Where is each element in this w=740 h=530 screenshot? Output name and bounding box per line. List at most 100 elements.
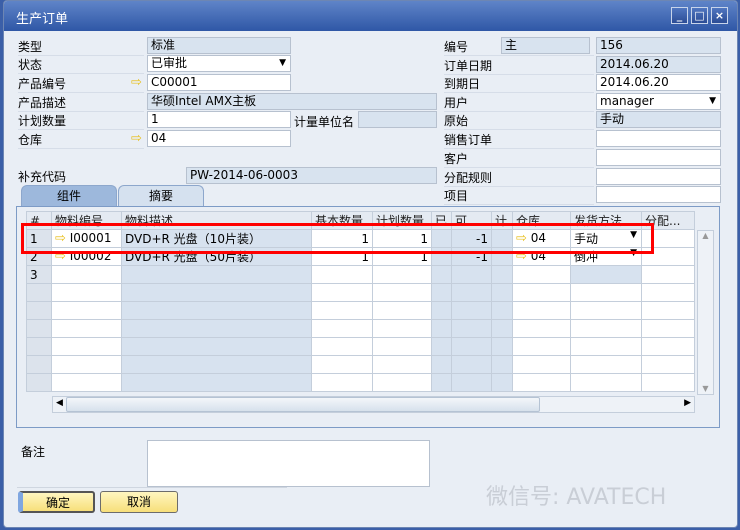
tab-summary[interactable]: 摘要 xyxy=(118,185,204,207)
status-select[interactable]: 已审批 xyxy=(147,55,291,72)
sales-order-field[interactable] xyxy=(596,130,721,147)
scroll-down-icon[interactable]: ▼ xyxy=(698,384,713,393)
cell xyxy=(451,355,492,374)
warehouse-field[interactable]: 04 xyxy=(147,130,291,147)
ok-button[interactable]: 确定 xyxy=(18,491,95,513)
cell xyxy=(51,301,122,320)
empty-row xyxy=(26,283,695,302)
order-date-label: 订单日期 xyxy=(444,57,594,75)
cell xyxy=(491,283,513,302)
cell xyxy=(431,355,452,374)
tab-components[interactable]: 组件 xyxy=(21,185,117,207)
row-number[interactable]: 3 xyxy=(26,265,52,284)
cell xyxy=(512,373,571,392)
cell xyxy=(121,373,312,392)
cell[interactable] xyxy=(570,265,642,284)
cell xyxy=(641,283,695,302)
remarks-label: 备注 xyxy=(21,445,46,459)
cell[interactable] xyxy=(372,265,432,284)
highlight-box xyxy=(21,223,654,254)
product-no-label: 产品编号 xyxy=(18,75,144,93)
remarks-textarea[interactable] xyxy=(147,440,430,487)
cell xyxy=(311,337,373,356)
cell xyxy=(451,283,492,302)
cell xyxy=(431,337,452,356)
cell xyxy=(570,301,642,320)
item-no-cell[interactable] xyxy=(51,265,122,284)
project-field[interactable] xyxy=(596,186,721,203)
project-label: 项目 xyxy=(444,187,594,205)
close-button[interactable]: × xyxy=(711,7,728,24)
cell xyxy=(121,319,312,338)
series-field[interactable]: 主 xyxy=(501,37,590,54)
cell xyxy=(51,337,122,356)
cell xyxy=(372,337,432,356)
dist-rule-field[interactable] xyxy=(596,168,721,185)
cell xyxy=(26,301,52,320)
minimize-button[interactable]: _ xyxy=(671,7,688,24)
vertical-scrollbar[interactable]: ▲ ▼ xyxy=(697,230,714,395)
empty-row xyxy=(26,301,695,320)
scroll-right-icon[interactable]: ▶ xyxy=(684,398,691,408)
cell xyxy=(491,319,513,338)
product-desc-field: 华硕Intel AMX主板 xyxy=(147,93,437,110)
cell xyxy=(491,337,513,356)
cell xyxy=(641,301,695,320)
cell[interactable] xyxy=(311,265,373,284)
cancel-button[interactable]: 取消 xyxy=(100,491,178,513)
empty-row xyxy=(26,355,695,374)
customer-label: 客户 xyxy=(444,150,594,168)
status-label: 状态 xyxy=(18,56,144,74)
cell xyxy=(491,265,513,284)
cell xyxy=(121,301,312,320)
product-no-field[interactable]: C00001 xyxy=(147,74,291,91)
cell xyxy=(491,355,513,374)
link-arrow-icon[interactable]: ⇨ xyxy=(131,76,142,90)
horizontal-scrollbar[interactable]: ◀ ▶ xyxy=(52,396,695,413)
cell xyxy=(372,355,432,374)
scroll-up-icon[interactable]: ▲ xyxy=(698,231,713,240)
warehouse-label: 仓库 xyxy=(18,131,144,149)
cell xyxy=(570,355,642,374)
cell xyxy=(121,283,312,302)
scroll-left-icon[interactable]: ◀ xyxy=(56,398,63,408)
link-arrow-icon[interactable]: ⇨ xyxy=(131,132,142,146)
order-date-field: 2014.06.20 xyxy=(596,56,721,73)
cell xyxy=(26,337,52,356)
cell xyxy=(311,283,373,302)
supp-code-field: PW-2014-06-0003 xyxy=(186,167,437,184)
cell xyxy=(372,319,432,338)
cell xyxy=(121,337,312,356)
cell xyxy=(491,373,513,392)
doc-no-field: 156 xyxy=(596,37,721,54)
cell xyxy=(372,301,432,320)
user-label: 用户 xyxy=(444,94,594,112)
product-desc-label: 产品描述 xyxy=(18,94,144,112)
cell xyxy=(641,319,695,338)
customer-field[interactable] xyxy=(596,149,721,166)
cell xyxy=(431,283,452,302)
cell xyxy=(512,301,571,320)
cell xyxy=(451,301,492,320)
planned-qty-field[interactable]: 1 xyxy=(147,111,291,128)
watermark: 微信号: AVATECH xyxy=(486,485,667,510)
table-row[interactable]: 3 xyxy=(26,265,695,284)
cell xyxy=(451,319,492,338)
production-order-window: 生产订单 _ □ × 类型 标准 状态 已审批 产品编号 ⇨ C00001 产品… xyxy=(3,0,738,528)
maximize-button[interactable]: □ xyxy=(691,7,708,24)
empty-row xyxy=(26,337,695,356)
cell xyxy=(491,301,513,320)
cell xyxy=(51,355,122,374)
cell[interactable] xyxy=(641,265,695,284)
user-select[interactable]: manager xyxy=(596,93,721,110)
cell xyxy=(311,319,373,338)
cell xyxy=(570,373,642,392)
cell xyxy=(26,355,52,374)
cell xyxy=(431,265,452,284)
supp-code-label: 补充代码 xyxy=(18,170,67,184)
due-date-field[interactable]: 2014.06.20 xyxy=(596,74,721,91)
scroll-thumb[interactable] xyxy=(66,397,540,412)
cell xyxy=(451,337,492,356)
cell xyxy=(311,373,373,392)
cell[interactable] xyxy=(512,265,571,284)
